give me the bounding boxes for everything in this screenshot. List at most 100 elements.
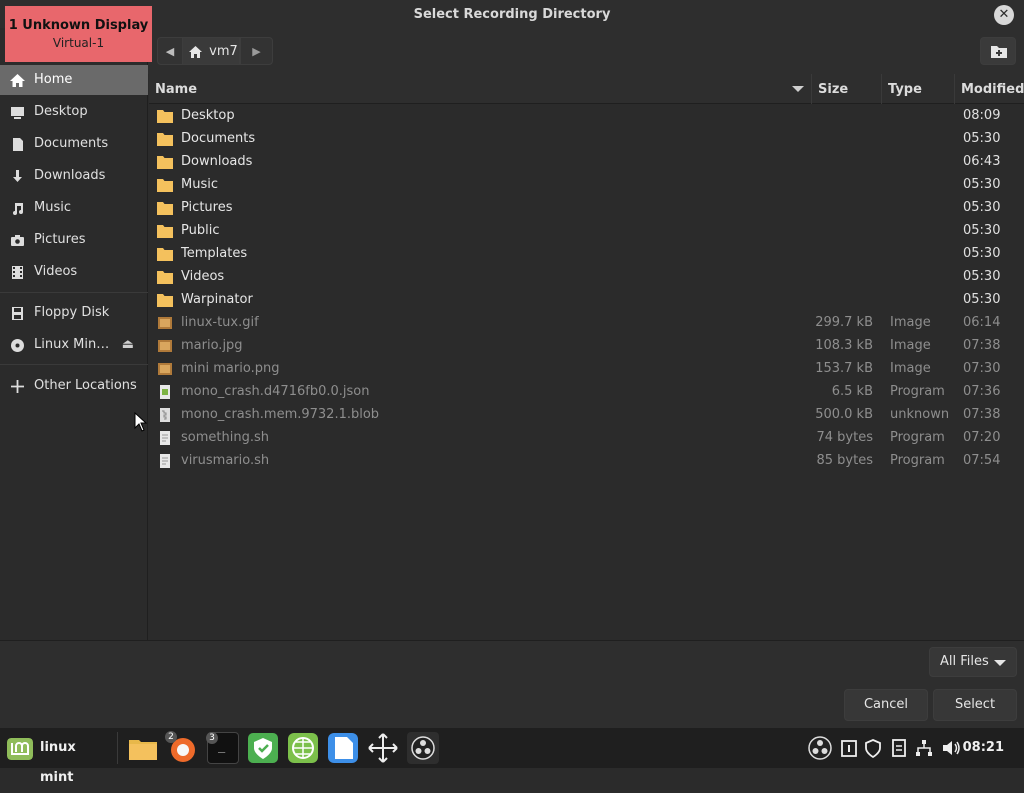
terminal-app-launcher[interactable]: _ 3 <box>206 732 239 764</box>
path-segment-home[interactable]: vm7 <box>182 37 240 65</box>
downloads-icon <box>13 170 22 182</box>
sidebar-divider <box>0 364 148 365</box>
close-button[interactable]: ✕ <box>994 5 1014 25</box>
shield-tray-icon[interactable] <box>863 728 883 768</box>
file-type: Program <box>890 384 945 399</box>
file-modified: 05:30 <box>963 200 1001 215</box>
file-name: mono_crash.mem.9732.1.blob <box>181 407 380 422</box>
sidebar-item-music[interactable]: Music <box>0 193 148 223</box>
file-row[interactable]: mono_crash.d4716fb0.0.json 6.5 kB Program 0… <box>149 380 1024 403</box>
obs-tray-icon[interactable] <box>806 728 834 768</box>
file-modified: 07:54 <box>963 453 1001 468</box>
move-tool-app-launcher[interactable] <box>367 732 399 764</box>
file-type: Image <box>890 315 931 330</box>
linux-mint-logo-icon <box>7 738 33 760</box>
sidebar-item-label: Pictures <box>34 232 86 247</box>
file-row[interactable]: mario.jpg 108.3 kB Image 07:38 <box>149 334 1024 357</box>
sidebar-item-label: Home <box>34 72 73 87</box>
clipboard-tray-icon[interactable] <box>839 728 859 768</box>
notes-tray-icon[interactable] <box>889 728 909 768</box>
file-row[interactable]: Templates 05:30 <box>149 242 1024 265</box>
sidebar-item-downloads[interactable]: Downloads <box>0 161 148 191</box>
sidebar-item-videos[interactable]: Videos <box>0 257 148 287</box>
column-header-type[interactable]: Type <box>888 82 922 97</box>
path-back-button[interactable]: ◀ <box>157 37 183 65</box>
sidebar-item-floppy-disk[interactable]: Floppy Disk <box>0 298 148 328</box>
file-name: Music <box>181 177 218 192</box>
file-name: Documents <box>181 131 256 146</box>
image-file-icon <box>157 315 173 329</box>
file-row[interactable]: Downloads 06:43 <box>149 150 1024 173</box>
file-row[interactable]: virusmario.sh 85 bytes Program 07:54 <box>149 449 1024 472</box>
file-name: Downloads <box>181 154 253 169</box>
path-toolbar: ◀ vm7 ▶ <box>148 28 1024 74</box>
sidebar-item-label: Desktop <box>34 104 88 119</box>
start-menu-button[interactable]: linux mint <box>4 733 110 785</box>
update-manager-app-launcher[interactable] <box>247 732 279 764</box>
files-app-launcher[interactable] <box>127 732 159 764</box>
file-row[interactable]: Pictures 05:30 <box>149 196 1024 219</box>
file-row[interactable]: Warpinator 05:30 <box>149 288 1024 311</box>
sidebar-item-linux-mint-disc[interactable]: Linux Min… ⏏ <box>0 330 148 360</box>
file-row[interactable]: Public 05:30 <box>149 219 1024 242</box>
eject-icon[interactable]: ⏏ <box>122 330 134 360</box>
disc-icon <box>11 339 24 352</box>
file-modified: 07:36 <box>963 384 1001 399</box>
file-name: Pictures <box>181 200 233 215</box>
file-row[interactable]: linux-tux.gif 299.7 kB Image 06:14 <box>149 311 1024 334</box>
home-icon <box>10 74 25 87</box>
sidebar-item-pictures[interactable]: Pictures <box>0 225 148 255</box>
column-header-size[interactable]: Size <box>818 82 848 97</box>
file-name: Templates <box>181 246 248 261</box>
sidebar-item-desktop[interactable]: Desktop <box>0 97 148 127</box>
volume-tray-icon[interactable] <box>940 728 962 768</box>
json-file-icon <box>157 384 173 399</box>
file-type: Image <box>890 338 931 353</box>
file-row[interactable]: Desktop 08:09 <box>149 104 1024 127</box>
file-name: mini mario.png <box>181 361 280 376</box>
file-modified: 07:30 <box>963 361 1001 376</box>
file-name: Desktop <box>181 108 235 123</box>
file-row[interactable]: Music 05:30 <box>149 173 1024 196</box>
file-name: Warpinator <box>181 292 253 307</box>
file-name: something.sh <box>181 430 269 445</box>
file-name: virusmario.sh <box>181 453 270 468</box>
file-name: Videos <box>181 269 225 284</box>
image-file-icon <box>157 361 173 375</box>
document-viewer-app-launcher[interactable] <box>327 732 359 764</box>
chevron-down-icon <box>994 660 1006 666</box>
sidebar-item-other-locations[interactable]: Other Locations <box>0 371 148 401</box>
file-row[interactable]: mini mario.png 153.7 kB Image 07:30 <box>149 357 1024 380</box>
file-list: Desktop 08:09 Documents 05:30 Downloads 06:43… <box>149 104 1024 640</box>
shield-icon <box>248 733 278 763</box>
new-folder-button[interactable] <box>980 37 1016 65</box>
file-filter-dropdown[interactable]: All Files <box>929 647 1017 677</box>
file-type: Program <box>890 430 945 445</box>
path-forward-button[interactable]: ▶ <box>240 37 273 65</box>
floppy-icon <box>12 307 23 320</box>
obs-app-launcher[interactable] <box>407 732 439 764</box>
file-type: unknown <box>890 407 950 422</box>
network-tray-icon[interactable] <box>914 728 934 768</box>
network-app-launcher[interactable] <box>287 732 319 764</box>
file-row[interactable]: Documents 05:30 <box>149 127 1024 150</box>
column-header-modified[interactable]: Modified <box>961 82 1024 97</box>
select-button[interactable]: Select <box>933 689 1017 721</box>
file-modified: 05:30 <box>963 246 1001 261</box>
column-header-name[interactable]: Name <box>155 82 197 97</box>
sidebar-item-home[interactable]: Home <box>0 65 148 95</box>
file-type: Image <box>890 361 931 376</box>
file-size: 299.7 kB <box>815 315 873 330</box>
firefox-app-launcher[interactable]: 2 <box>165 731 199 764</box>
cancel-button[interactable]: Cancel <box>844 689 928 721</box>
clock[interactable]: 08:21 <box>963 740 1004 755</box>
file-size: 74 bytes <box>816 430 874 445</box>
file-row[interactable]: Videos 05:30 <box>149 265 1024 288</box>
file-row[interactable]: something.sh 74 bytes Program 07:20 <box>149 426 1024 449</box>
file-row[interactable]: mono_crash.mem.9732.1.blob 500.0 kB unknow… <box>149 403 1024 426</box>
folder-icon <box>157 200 173 215</box>
sidebar-item-documents[interactable]: Documents <box>0 129 148 159</box>
videos-icon <box>12 266 23 279</box>
file-list-header: Name Size Type Modified <box>149 74 1024 104</box>
sidebar-item-label: Videos <box>34 264 78 279</box>
